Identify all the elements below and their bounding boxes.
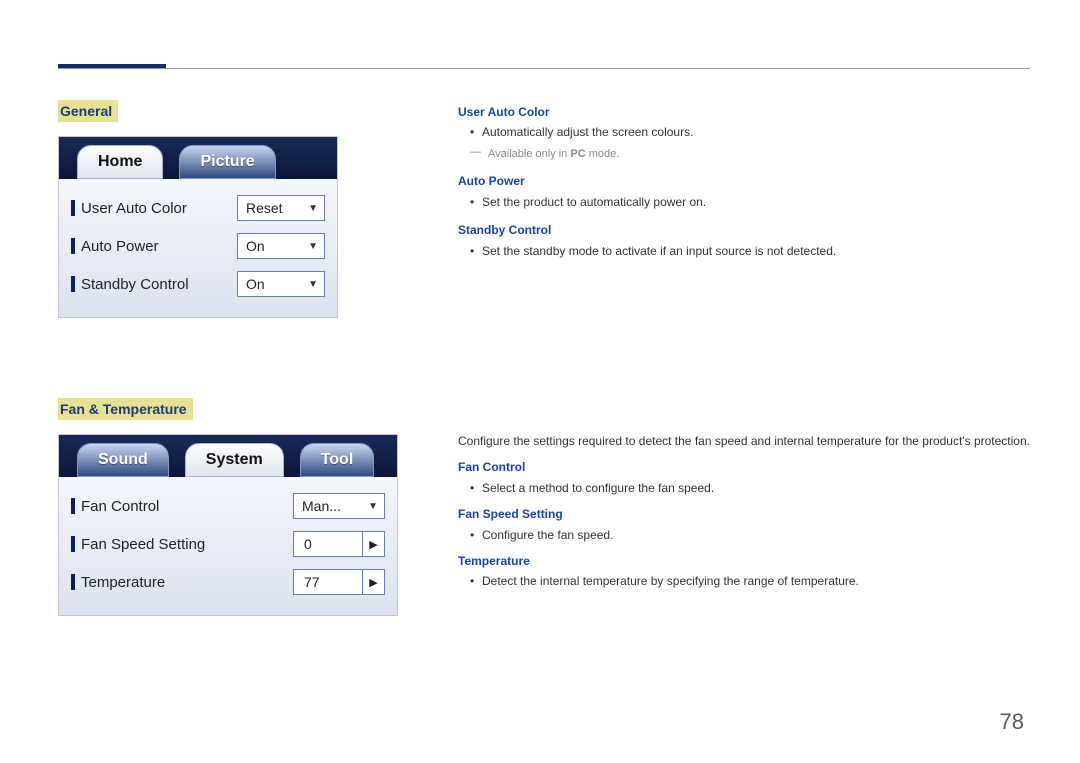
dropdown-standby-control[interactable]: On ▼ bbox=[237, 271, 325, 297]
chevron-right-icon[interactable]: ▶ bbox=[362, 570, 384, 594]
heading-fan-control: Fan Control bbox=[458, 457, 1030, 477]
row-marker-icon bbox=[71, 536, 75, 552]
note-bold: PC bbox=[570, 148, 585, 160]
stepper-value: 0 bbox=[294, 536, 362, 552]
label-fan-speed: Fan Speed Setting bbox=[81, 536, 205, 553]
stepper-temperature[interactable]: 77 ▶ bbox=[293, 569, 385, 595]
heading-user-auto-color: User Auto Color bbox=[458, 102, 1030, 122]
row-marker-icon bbox=[71, 574, 75, 590]
chevron-down-icon: ▼ bbox=[308, 241, 318, 252]
row-marker-icon bbox=[71, 276, 75, 292]
tabs-fan: Sound System Tool bbox=[59, 435, 397, 477]
bullet-fan-speed-setting: Configure the fan speed. bbox=[458, 525, 1030, 545]
row-standby-control: Standby Control On ▼ bbox=[71, 265, 325, 303]
section-heading-fan: Fan & Temperature bbox=[58, 398, 193, 420]
header-rule bbox=[58, 68, 1030, 69]
row-fan-control: Fan Control Man... ▼ bbox=[71, 487, 385, 525]
tab-picture[interactable]: Picture bbox=[179, 145, 275, 179]
screenshot-fan: Sound System Tool Fan Control Man... ▼ F… bbox=[58, 434, 398, 616]
label-fan-control: Fan Control bbox=[81, 498, 159, 515]
page-number: 78 bbox=[1000, 709, 1024, 735]
tab-tool[interactable]: Tool bbox=[300, 443, 375, 477]
row-temperature: Temperature 77 ▶ bbox=[71, 563, 385, 601]
note-user-auto-color: Available only in PC mode. bbox=[458, 145, 1030, 164]
dropdown-value: On bbox=[246, 276, 265, 292]
heading-standby-control: Standby Control bbox=[458, 220, 1030, 240]
stepper-value: 77 bbox=[294, 574, 362, 590]
row-marker-icon bbox=[71, 200, 75, 216]
dropdown-value: On bbox=[246, 238, 265, 254]
intro-fan: Configure the settings required to detec… bbox=[458, 431, 1030, 451]
heading-fan-speed-setting: Fan Speed Setting bbox=[458, 504, 1030, 524]
chevron-down-icon: ▼ bbox=[308, 203, 318, 214]
bullet-fan-control: Select a method to configure the fan spe… bbox=[458, 478, 1030, 498]
bullet-user-auto-color: Automatically adjust the screen colours. bbox=[458, 122, 1030, 142]
dropdown-user-auto-color[interactable]: Reset ▼ bbox=[237, 195, 325, 221]
dropdown-fan-control[interactable]: Man... ▼ bbox=[293, 493, 385, 519]
bullet-auto-power: Set the product to automatically power o… bbox=[458, 192, 1030, 212]
heading-auto-power: Auto Power bbox=[458, 171, 1030, 191]
note-text: Available only in bbox=[488, 148, 570, 160]
chevron-down-icon: ▼ bbox=[368, 501, 378, 512]
dropdown-value: Reset bbox=[246, 200, 283, 216]
label-temperature: Temperature bbox=[81, 574, 165, 591]
heading-temperature: Temperature bbox=[458, 551, 1030, 571]
chevron-down-icon: ▼ bbox=[308, 279, 318, 290]
bullet-temperature: Detect the internal temperature by speci… bbox=[458, 571, 1030, 591]
row-marker-icon bbox=[71, 498, 75, 514]
tab-system[interactable]: System bbox=[185, 443, 284, 477]
row-user-auto-color: User Auto Color Reset ▼ bbox=[71, 189, 325, 227]
label-standby-control: Standby Control bbox=[81, 276, 189, 293]
dropdown-value: Man... bbox=[302, 498, 341, 514]
label-auto-power: Auto Power bbox=[81, 238, 159, 255]
bullet-standby-control: Set the standby mode to activate if an i… bbox=[458, 241, 1030, 261]
tab-sound[interactable]: Sound bbox=[77, 443, 169, 477]
label-user-auto-color: User Auto Color bbox=[81, 200, 187, 217]
note-text: mode. bbox=[586, 148, 620, 160]
chevron-right-icon[interactable]: ▶ bbox=[362, 532, 384, 556]
row-auto-power: Auto Power On ▼ bbox=[71, 227, 325, 265]
dropdown-auto-power[interactable]: On ▼ bbox=[237, 233, 325, 259]
tabs-general: Home Picture bbox=[59, 137, 337, 179]
row-fan-speed-setting: Fan Speed Setting 0 ▶ bbox=[71, 525, 385, 563]
tab-home[interactable]: Home bbox=[77, 145, 163, 179]
section-heading-general: General bbox=[58, 100, 118, 122]
stepper-fan-speed[interactable]: 0 ▶ bbox=[293, 531, 385, 557]
row-marker-icon bbox=[71, 238, 75, 254]
screenshot-general: Home Picture User Auto Color Reset ▼ Aut… bbox=[58, 136, 338, 318]
